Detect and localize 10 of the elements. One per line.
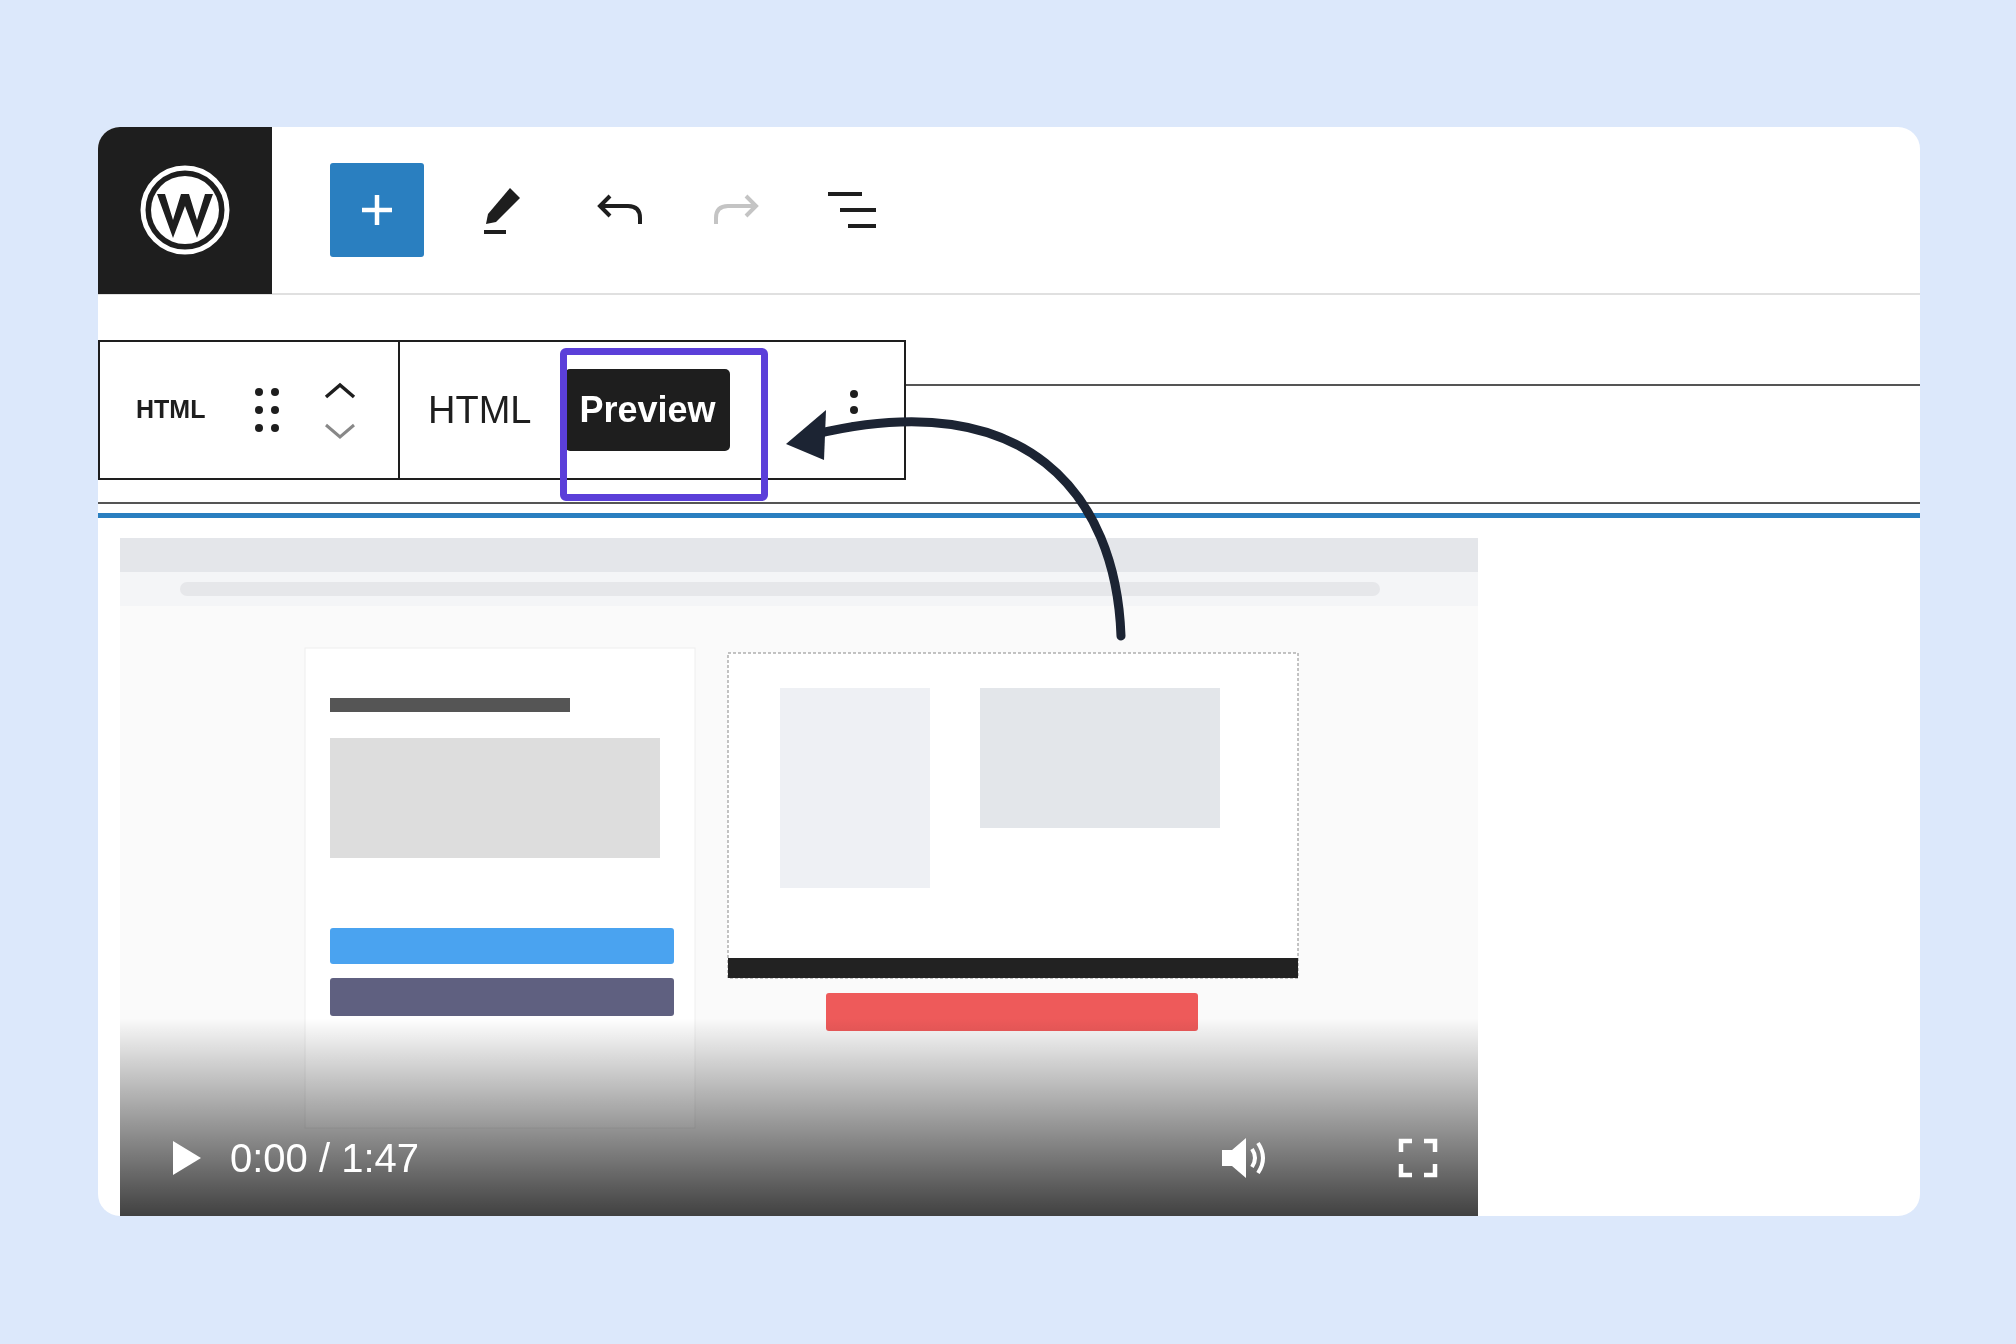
wordpress-logo-icon[interactable]	[139, 164, 231, 256]
tab[interactable]: Preview	[565, 369, 730, 451]
add-block-button[interactable]	[330, 163, 424, 257]
tab[interactable]: HTML	[424, 373, 536, 447]
video-time: 0:00 / 1:47	[230, 1135, 420, 1182]
video-player[interactable]: 0:00 / 1:47	[120, 538, 1478, 1216]
fullscreen-icon[interactable]	[1398, 1138, 1438, 1178]
plus-icon	[359, 192, 395, 228]
block-type-label: HTML	[136, 394, 207, 426]
drag-handle-icon[interactable]	[252, 385, 282, 435]
